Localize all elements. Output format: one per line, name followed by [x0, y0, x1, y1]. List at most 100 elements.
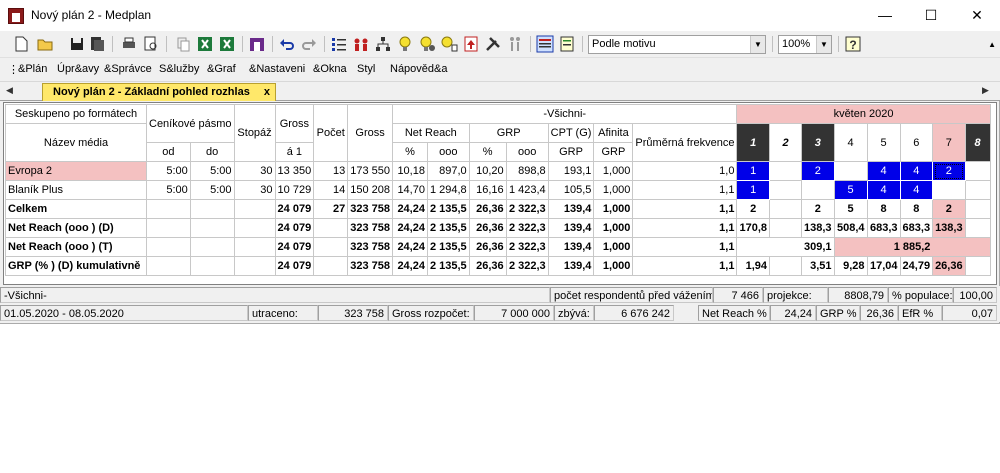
- cell-afinita[interactable]: 1,000: [593, 180, 634, 200]
- cell-cpt[interactable]: 105,5: [547, 180, 595, 200]
- spot-cell[interactable]: 2: [801, 161, 835, 181]
- redo-icon[interactable]: [300, 35, 318, 53]
- cell-gross[interactable]: 173 550: [347, 161, 393, 181]
- cell-from[interactable]: 5:00: [146, 161, 191, 181]
- medplan-icon[interactable]: [248, 35, 266, 53]
- upload-icon[interactable]: [462, 35, 480, 53]
- minimize-button[interactable]: —: [862, 0, 908, 31]
- week-value: 309,1: [736, 237, 835, 257]
- row-label: GRP (% ) (D) kumulativně: [5, 256, 147, 276]
- tab-plan[interactable]: Nový plán 2 - Základní pohled rozhlas x: [42, 83, 276, 101]
- scroll-left-icon[interactable]: ◀: [6, 85, 13, 96]
- cell-count[interactable]: 13: [313, 161, 349, 181]
- spot-cell[interactable]: [932, 180, 966, 200]
- day-header: 2: [769, 123, 802, 162]
- cell-grp-pct[interactable]: 10,20: [468, 161, 507, 181]
- net-reach-value: 24,24: [770, 305, 816, 321]
- list-icon[interactable]: [330, 35, 348, 53]
- print-icon[interactable]: [120, 35, 138, 53]
- cell-freq[interactable]: 1,0: [632, 161, 738, 181]
- cell-nr-pct[interactable]: 10,18: [391, 161, 428, 181]
- cell-to[interactable]: 5:00: [189, 161, 235, 181]
- spot-cell[interactable]: [964, 161, 991, 181]
- spot-cell[interactable]: [769, 180, 802, 200]
- cell-grp-ooo[interactable]: 1 423,4: [505, 180, 549, 200]
- target-group-status: -Všichni-: [0, 287, 550, 303]
- cell-nr-pct: 24,24: [391, 218, 428, 238]
- menu-manager[interactable]: &Správce: [104, 63, 152, 75]
- menu-settings[interactable]: &Nastaveni: [249, 63, 305, 75]
- undo-icon[interactable]: [278, 35, 296, 53]
- cell-nr-ooo[interactable]: 1 294,8: [426, 180, 470, 200]
- copy-icon[interactable]: [174, 35, 192, 53]
- menu-services[interactable]: S&lužby: [159, 63, 199, 75]
- bulb-list-icon[interactable]: [440, 35, 458, 53]
- cell-stopaz[interactable]: 30: [233, 161, 276, 181]
- save-icon[interactable]: [68, 35, 86, 53]
- toolbar-overflow-icon[interactable]: ▲: [988, 40, 996, 49]
- menu-help[interactable]: Nápověd&a: [390, 63, 448, 75]
- spot-cell[interactable]: 1: [736, 180, 770, 200]
- cell-stopaz[interactable]: 30: [233, 180, 276, 200]
- media-name[interactable]: Blaník Plus: [5, 180, 147, 200]
- cell-grp-pct[interactable]: 16,16: [468, 180, 507, 200]
- cell-to[interactable]: 5:00: [189, 180, 235, 200]
- new-file-icon[interactable]: [12, 35, 30, 53]
- save-all-icon[interactable]: [88, 35, 106, 53]
- media-name[interactable]: Evropa 2: [5, 161, 147, 181]
- grid-view-icon[interactable]: [536, 35, 554, 53]
- cell-nr-pct[interactable]: 14,70: [391, 180, 428, 200]
- table-row[interactable]: Evropa 2 5:00 5:00 30 13 350 13 173 550 …: [5, 161, 991, 181]
- cell-gross[interactable]: 150 208: [347, 180, 393, 200]
- cell-gross1: 24 079: [274, 237, 315, 257]
- scroll-right-icon[interactable]: ▶: [982, 85, 989, 96]
- help-icon[interactable]: ?: [844, 35, 862, 53]
- excel-export-all-icon[interactable]: [218, 35, 236, 53]
- zoom-select[interactable]: 100% ▼: [778, 35, 832, 54]
- spot-cell[interactable]: 4: [899, 161, 934, 181]
- motif-select[interactable]: Podle motivu ▼: [588, 35, 766, 54]
- cell-afinita[interactable]: 1,000: [593, 161, 634, 181]
- menu-graph[interactable]: &Graf: [207, 63, 236, 75]
- close-tab-icon[interactable]: x: [264, 84, 270, 101]
- cell-gross: 323 758: [347, 218, 393, 238]
- report-view-icon[interactable]: [558, 35, 576, 53]
- cell-gross1[interactable]: 13 350: [274, 161, 315, 181]
- maximize-button[interactable]: ☐: [908, 0, 954, 31]
- spot-cell[interactable]: [801, 180, 835, 200]
- document-tabs: ◀ Nový plán 2 - Základní pohled rozhlas …: [0, 82, 1000, 101]
- spot-cell[interactable]: 4: [866, 161, 901, 181]
- day-total: 8: [899, 199, 934, 219]
- menu-edit[interactable]: Úpr&avy: [57, 63, 99, 75]
- cell-gross1[interactable]: 10 729: [274, 180, 315, 200]
- network-icon[interactable]: [374, 35, 392, 53]
- spot-cell[interactable]: [833, 161, 868, 181]
- open-folder-icon[interactable]: [36, 35, 54, 53]
- cell-cpt[interactable]: 193,1: [547, 161, 595, 181]
- spot-cell[interactable]: 1: [736, 161, 770, 181]
- people-icon[interactable]: [506, 35, 524, 53]
- tools-icon[interactable]: [484, 35, 502, 53]
- table-row[interactable]: Blaník Plus 5:00 5:00 30 10 729 14 150 2…: [5, 180, 991, 200]
- spot-cell[interactable]: 4: [899, 180, 934, 200]
- net-reach-weekly-row: Net Reach (ooo ) (T) 24 079 323 758 24,2…: [5, 237, 991, 257]
- spot-cell[interactable]: [964, 180, 991, 200]
- bulb-settings-icon[interactable]: [418, 35, 436, 53]
- close-button[interactable]: ✕: [954, 0, 1000, 31]
- menu-windows[interactable]: &Okna: [313, 63, 347, 75]
- bulb-icon[interactable]: [396, 35, 414, 53]
- cell-from[interactable]: 5:00: [146, 180, 191, 200]
- spot-cell[interactable]: 5: [833, 180, 868, 200]
- print-preview-icon[interactable]: [142, 35, 160, 53]
- menu-plan[interactable]: &Plán: [18, 63, 47, 75]
- spot-cell[interactable]: [769, 161, 802, 181]
- spot-cell-selected[interactable]: 2: [932, 161, 966, 181]
- spot-cell[interactable]: 4: [866, 180, 901, 200]
- menu-style[interactable]: Styl: [357, 63, 375, 75]
- excel-export-icon[interactable]: [196, 35, 214, 53]
- cell-count[interactable]: 14: [313, 180, 349, 200]
- cell-grp-ooo[interactable]: 898,8: [505, 161, 549, 181]
- cell-freq[interactable]: 1,1: [632, 180, 738, 200]
- audience-icon[interactable]: [352, 35, 370, 53]
- cell-nr-ooo[interactable]: 897,0: [426, 161, 470, 181]
